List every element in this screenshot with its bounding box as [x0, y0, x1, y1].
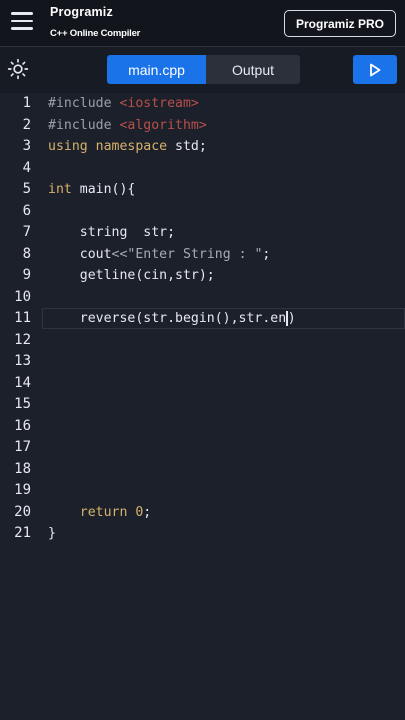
- brand-name: Programiz: [50, 5, 113, 19]
- line-number: 3: [22, 138, 31, 154]
- code-editor[interactable]: 1 2 3 4 5 6 7 8 9 10 11 12 13 14 15 16 1…: [0, 93, 405, 720]
- run-button[interactable]: [353, 55, 397, 84]
- programiz-pro-button[interactable]: Programiz PRO: [284, 10, 396, 37]
- sun-icon[interactable]: [7, 58, 29, 80]
- line-number: 1: [22, 95, 31, 111]
- line-number: 17: [14, 439, 31, 455]
- file-tabs: main.cpp Output: [107, 55, 300, 84]
- logo[interactable]: Programiz C++ Online Compiler: [50, 5, 140, 39]
- line-number: 9: [22, 267, 31, 283]
- line-number: 18: [14, 460, 31, 477]
- play-icon: [370, 63, 381, 76]
- code-line: }: [48, 526, 56, 541]
- line-number: 21: [14, 525, 31, 541]
- code-line-active: reverse(str.begin(),str.en): [48, 310, 296, 326]
- line-number: 6: [22, 202, 31, 219]
- line-number: 8: [22, 245, 31, 262]
- compiler-subtitle: C++ Online Compiler: [50, 28, 141, 39]
- code-line: #include <iostream>: [48, 96, 199, 111]
- line-number: 13: [14, 353, 31, 369]
- code-line: cout<<"Enter String : ";: [48, 246, 271, 262]
- code-line: getline(cin,str);: [48, 268, 215, 283]
- code-line: return 0;: [48, 504, 152, 520]
- line-number: 16: [14, 417, 31, 434]
- line-number: 10: [14, 288, 31, 305]
- top-header: Programiz C++ Online Compiler Programiz …: [0, 0, 405, 47]
- line-number: 2: [22, 116, 31, 133]
- tab-main-cpp[interactable]: main.cpp: [107, 55, 206, 84]
- code-line: #include <algorithm>: [48, 117, 207, 133]
- line-number: 11: [14, 310, 31, 326]
- line-number: 7: [22, 224, 31, 240]
- line-number: 20: [14, 503, 31, 520]
- menu-icon[interactable]: [11, 12, 33, 32]
- line-number: 4: [22, 159, 31, 176]
- line-number: 12: [14, 331, 31, 348]
- code-line: string str;: [48, 225, 176, 240]
- line-number: 15: [14, 396, 31, 412]
- line-number: 14: [14, 374, 31, 391]
- line-number: 19: [14, 482, 31, 498]
- line-number: 5: [22, 181, 31, 197]
- code-line: using namespace std;: [48, 139, 207, 154]
- code-line: int main(){: [48, 182, 136, 197]
- tab-output[interactable]: Output: [206, 55, 300, 84]
